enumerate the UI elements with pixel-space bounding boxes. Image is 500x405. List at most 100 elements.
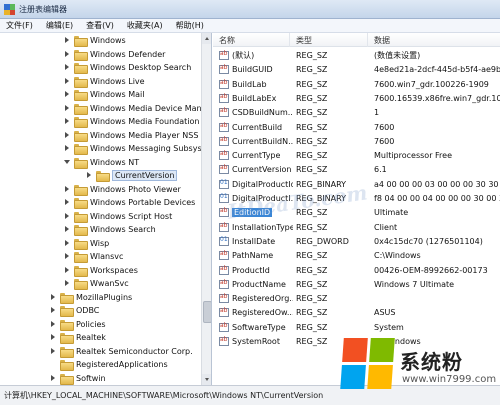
tree-item[interactable]: MozillaPlugins [50,291,132,304]
tree-item[interactable]: Workspaces [64,264,138,277]
registry-value-row[interactable]: CurrentBuildN...REG_SZ 7600 [213,135,500,148]
collapsed-arrow-icon[interactable] [64,226,71,233]
tree-item-label: WwanSvc [90,279,129,288]
value-name-cell: SystemRoot [219,335,293,348]
tree-item[interactable]: CurrentVersion [86,169,178,182]
tree-item[interactable]: Windows Mail [64,88,145,101]
column-header-data[interactable]: 数据 [368,33,500,47]
scroll-up-arrow-icon[interactable] [202,33,211,44]
tree-item[interactable]: WwanSvc [64,277,129,290]
registry-value-row[interactable]: ProductId REG_SZ 00426-OEM-8992662-00173 [213,264,500,277]
tree-item[interactable]: Windows Live [64,75,145,88]
collapsed-arrow-icon[interactable] [64,253,71,260]
collapsed-arrow-icon[interactable] [50,293,57,301]
tree-item[interactable]: RegisteredApplications [50,358,168,371]
collapsed-arrow-icon[interactable] [86,172,93,179]
tree-item-label: Windows Live [90,76,145,86]
collapsed-arrow-icon[interactable] [64,199,71,206]
value-name: CurrentType [232,151,281,161]
expanded-arrow-icon[interactable] [64,159,71,166]
registry-value-row[interactable]: BuildGUID REG_SZ 4e8ed21a-2dcf-445d-b5f4-a… [213,63,500,76]
registry-value-row[interactable]: InstallationTypeREG_SZ Client [213,221,500,234]
collapsed-arrow-icon[interactable] [50,307,57,314]
tree-item[interactable]: Windows Portable Devices [64,196,195,209]
registry-value-row[interactable]: BuildLabEx REG_SZ 7600.16539.x86fre.win7_g… [213,92,500,105]
value-name: CSDBuildNum... [232,108,293,118]
collapsed-arrow-icon[interactable] [50,320,57,328]
tree-item[interactable]: Wisp [64,237,109,250]
collapsed-arrow-icon[interactable] [50,334,57,341]
value-type: REG_SZ [296,308,328,318]
tree-item[interactable]: Policies [50,318,106,331]
registry-value-row[interactable]: CurrentVersion REG_SZ 6.1 [213,163,500,176]
folder-icon [74,36,88,47]
collapsed-arrow-icon[interactable] [64,104,71,112]
registry-value-row[interactable]: InstallDate REG_DWORD 0x4c15dc70 (12765011… [213,235,500,248]
value-data: 0x4c15dc70 (1276501104) [374,236,483,246]
tree-item[interactable]: Windows [64,34,126,47]
tree-scrollbar[interactable] [201,33,211,385]
collapsed-arrow-icon[interactable] [64,77,71,85]
column-header-name[interactable]: 名称 [213,33,290,47]
tree-item[interactable]: Windows Media Player NSS [64,129,198,142]
value-name: DigitalProductId [232,179,293,189]
menu-help[interactable]: 帮助(H) [176,20,204,31]
tree-item[interactable]: Windows Media Foundation [64,115,199,128]
registry-value-row[interactable]: RegisteredOrg...REG_SZ [213,292,500,305]
menu-view[interactable]: 查看(V) [86,20,114,31]
registry-value-row[interactable]: BuildLab REG_SZ 7600.win7_gdr.100226-1909 [213,78,500,91]
tree-item[interactable]: Windows Media Device Manag [64,102,211,115]
tree-item[interactable]: Realtek Semiconductor Corp. [50,345,193,358]
collapsed-arrow-icon[interactable] [64,266,71,274]
collapsed-arrow-icon[interactable] [64,239,71,247]
value-type: REG_SZ [296,322,328,332]
tree-item[interactable]: Softwin [50,372,106,385]
registry-value-row[interactable]: RegisteredOw...REG_SZ ASUS [213,306,500,319]
value-type: REG_SZ [296,65,328,75]
tree-item[interactable]: Windows Messaging Subsyster [64,142,211,155]
registry-key-tree[interactable]: Windows Windows Defender Windows Desktop S… [0,33,212,385]
registry-value-row[interactable]: CSDBuildNum...REG_SZ 1 [213,106,500,119]
tree-item-label: Windows Portable Devices [90,198,196,207]
string-value-icon [219,122,229,132]
collapsed-arrow-icon[interactable] [64,91,71,98]
scroll-down-arrow-icon[interactable] [202,374,211,385]
value-name: (默认) [232,51,255,60]
collapsed-arrow-icon[interactable] [64,280,71,287]
tree-item[interactable]: Windows Script Host [64,210,172,223]
collapsed-arrow-icon[interactable] [64,145,71,152]
folder-icon [74,238,88,250]
registry-value-row[interactable]: (默认) REG_SZ (数值未设置) [213,49,500,62]
menu-favorites[interactable]: 收藏夹(A) [127,20,163,31]
value-name: SoftwareType [232,322,286,332]
tree-item[interactable]: Realtek [50,331,106,344]
registry-value-row[interactable]: PathName REG_SZ C:\Windows [213,249,500,262]
registry-value-row[interactable]: CurrentBuild REG_SZ 7600 [213,121,500,134]
tree-item[interactable]: Windows Desktop Search [64,61,191,74]
collapsed-arrow-icon[interactable] [50,347,57,355]
collapsed-arrow-icon[interactable] [64,212,71,220]
collapsed-arrow-icon[interactable] [64,64,71,71]
tree-item[interactable]: ODBC [50,304,99,317]
tree-item[interactable]: Windows Photo Viewer [64,183,181,196]
column-header-type[interactable]: 类型 [290,33,368,47]
value-name: CurrentBuildN... [232,136,293,146]
registry-value-row[interactable]: SoftwareType REG_SZ System [213,321,500,334]
registry-value-row[interactable]: ProductName REG_SZ Windows 7 Ultimate [213,278,500,291]
value-data: (数值未设置) [374,51,421,60]
tree-item[interactable]: Wlansvc [64,250,123,263]
registry-value-row[interactable]: CurrentType REG_SZ Multiprocessor Free [213,149,500,162]
collapsed-arrow-icon[interactable] [64,50,71,58]
menu-file[interactable]: 文件(F) [6,20,33,31]
menu-edit[interactable]: 编辑(E) [46,20,73,31]
collapsed-arrow-icon[interactable] [64,131,71,139]
collapsed-arrow-icon[interactable] [64,118,71,125]
tree-item[interactable]: Windows NT [64,156,139,169]
scroll-thumb[interactable] [203,301,211,323]
collapsed-arrow-icon[interactable] [64,37,71,44]
collapsed-arrow-icon[interactable] [64,185,71,193]
value-type: REG_SZ [296,279,328,289]
tree-item[interactable]: Windows Search [64,223,156,236]
tree-item[interactable]: Windows Defender [64,48,165,61]
collapsed-arrow-icon[interactable] [50,374,57,382]
